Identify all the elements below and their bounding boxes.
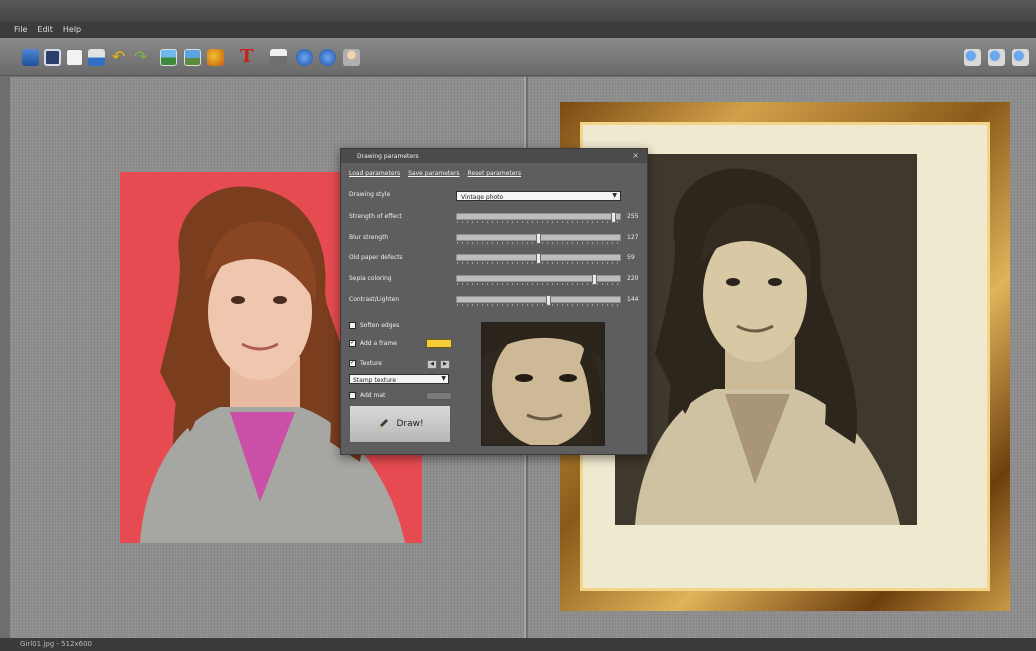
- drawing-style-value: Vintage photo: [461, 194, 504, 201]
- chevron-down-icon: ▼: [612, 192, 617, 199]
- contrast-slider-thumb[interactable]: [546, 295, 551, 306]
- help-icon[interactable]: [319, 49, 336, 66]
- undo-icon[interactable]: ↶: [112, 49, 129, 66]
- blur-slider[interactable]: [456, 233, 621, 244]
- load-parameters-link[interactable]: Load parameters: [349, 170, 400, 177]
- blur-value: 127: [627, 234, 639, 241]
- sepia-slider-thumb[interactable]: [592, 274, 597, 285]
- status-bar: Girl01.jpg - 512x600: [0, 638, 1036, 651]
- blur-slider-thumb[interactable]: [536, 233, 541, 244]
- mat-color-swatch[interactable]: [426, 392, 452, 400]
- reset-parameters-link[interactable]: Reset parameters: [468, 170, 521, 177]
- drawing-parameters-dialog[interactable]: Drawing parameters × Load parameters Sav…: [340, 148, 648, 455]
- dialog-title: Drawing parameters: [357, 153, 419, 160]
- sepia-slider[interactable]: [456, 274, 621, 285]
- draw-button-label: Draw!: [396, 419, 424, 429]
- contrast-slider[interactable]: [456, 295, 621, 306]
- zoom-in-icon[interactable]: [988, 49, 1005, 66]
- texture-prev-icon[interactable]: ◀: [427, 360, 437, 369]
- dialog-titlebar[interactable]: Drawing parameters ×: [341, 149, 647, 163]
- add-frame-label: Add a frame: [360, 340, 397, 347]
- sepia-portrait: [615, 154, 917, 525]
- draw-button[interactable]: Draw!: [349, 405, 451, 443]
- slider-label-old-paper: Old paper defects: [349, 254, 403, 261]
- texture-select[interactable]: Stamp texture ▼: [349, 374, 449, 384]
- old-paper-value: 59: [627, 254, 635, 261]
- paint-icon[interactable]: [207, 49, 224, 66]
- dialog-links: Load parameters Save parameters Reset pa…: [349, 170, 521, 177]
- open-icon[interactable]: [22, 49, 39, 66]
- texture-next-icon[interactable]: ▶: [440, 360, 450, 369]
- texture-value: Stamp texture: [353, 377, 397, 384]
- close-icon[interactable]: ×: [632, 151, 639, 160]
- slider-label-strength: Strength of effect: [349, 213, 402, 220]
- image-icon[interactable]: [160, 49, 177, 66]
- old-paper-slider-thumb[interactable]: [536, 253, 541, 264]
- add-frame-checkbox[interactable]: [349, 339, 356, 347]
- strength-slider[interactable]: [456, 212, 621, 223]
- menu-edit[interactable]: Edit: [37, 25, 53, 35]
- sepia-value: 220: [627, 275, 639, 282]
- toolbar: ↶ ↷ T: [0, 38, 1036, 76]
- text-icon[interactable]: T: [240, 48, 257, 66]
- soften-edges-checkbox[interactable]: [349, 322, 356, 329]
- slider-label-contrast: Contrast/Lighten: [349, 296, 400, 303]
- menu-bar: File Edit Help: [0, 22, 1036, 38]
- old-paper-slider[interactable]: [456, 253, 621, 264]
- landscape-icon[interactable]: [184, 49, 201, 66]
- zoom-out-icon[interactable]: [964, 49, 981, 66]
- chevron-down-icon: ▼: [441, 375, 446, 382]
- menu-file[interactable]: File: [14, 25, 27, 35]
- strength-value: 255: [627, 213, 639, 220]
- add-mat-label: Add mat: [360, 392, 386, 399]
- soften-edges-label: Soften edges: [360, 322, 400, 329]
- sepia-photo: [615, 154, 917, 525]
- status-text: Girl01.jpg - 512x600: [20, 640, 92, 648]
- preview-thumbnail: [481, 322, 605, 446]
- add-mat-checkbox[interactable]: [349, 392, 356, 399]
- save-parameters-link[interactable]: Save parameters: [408, 170, 459, 177]
- strength-slider-thumb[interactable]: [611, 212, 616, 223]
- redo-icon[interactable]: ↷: [134, 49, 151, 66]
- drawing-style-select[interactable]: Vintage photo ▼: [456, 191, 621, 201]
- window-titlebar: [0, 0, 1036, 22]
- pencil-icon: [378, 419, 389, 429]
- save-icon[interactable]: [44, 49, 61, 66]
- preview-face: [482, 323, 604, 445]
- paste-icon[interactable]: [88, 49, 105, 66]
- drawing-style-label: Drawing style: [349, 191, 391, 198]
- print-icon[interactable]: [270, 49, 287, 66]
- slider-label-sepia: Sepia coloring: [349, 275, 392, 282]
- slider-label-blur: Blur strength: [349, 234, 389, 241]
- info-icon[interactable]: [296, 49, 313, 66]
- user-icon[interactable]: [343, 49, 360, 66]
- frame-color-swatch[interactable]: [426, 339, 452, 348]
- texture-checkbox[interactable]: [349, 359, 356, 367]
- texture-label: Texture: [360, 360, 382, 367]
- copy-icon[interactable]: [66, 49, 83, 66]
- contrast-value: 144: [627, 296, 639, 303]
- zoom-fit-icon[interactable]: [1012, 49, 1029, 66]
- menu-help[interactable]: Help: [63, 25, 81, 35]
